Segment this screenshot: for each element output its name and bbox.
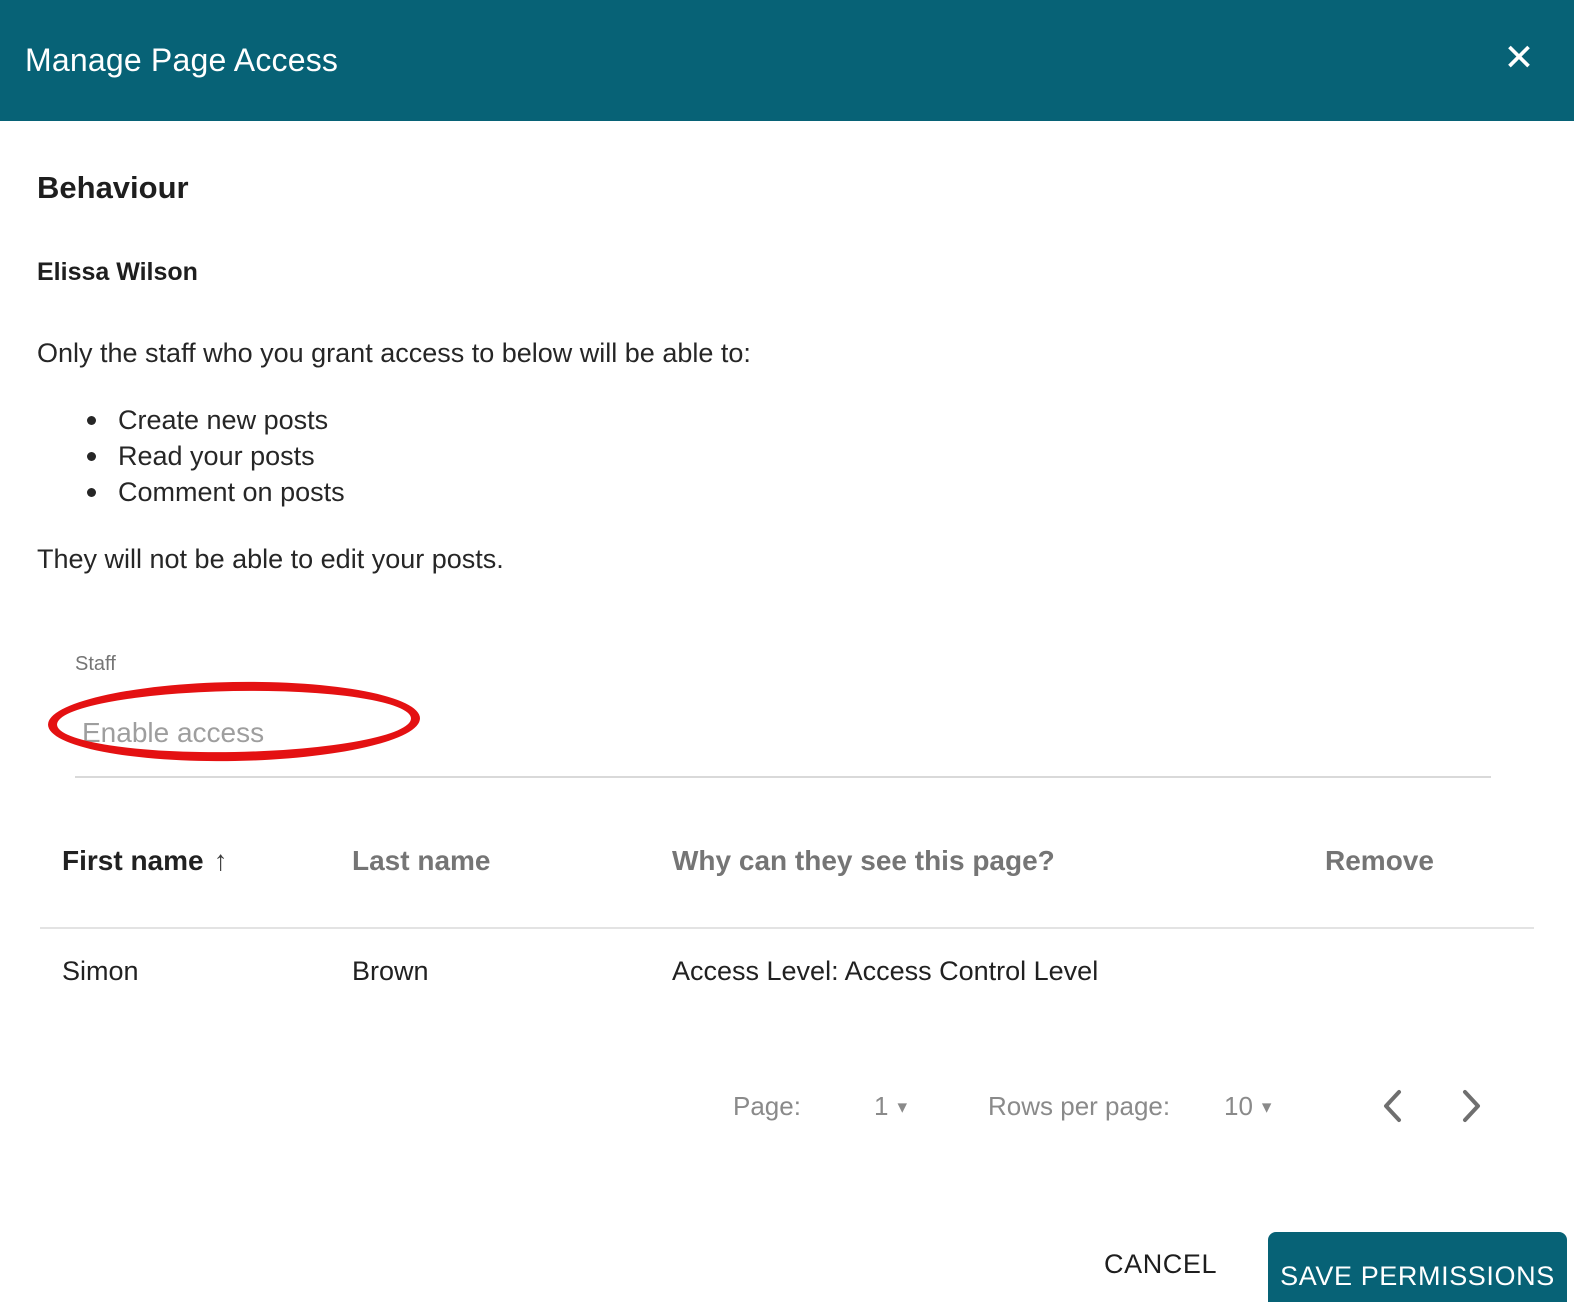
header-label: First name xyxy=(62,845,204,876)
close-icon: ✕ xyxy=(1503,36,1535,78)
rows-per-page-select[interactable]: 10 ▾ xyxy=(1224,1091,1271,1122)
list-item: Create new posts xyxy=(37,402,345,438)
list-item: Comment on posts xyxy=(37,474,345,510)
page-title: Behaviour xyxy=(37,170,189,205)
table-header-reason: Why can they see this page? xyxy=(672,845,1055,876)
save-permissions-button[interactable]: SAVE PERMISSIONS xyxy=(1268,1232,1567,1302)
cell-last-name: Brown xyxy=(352,956,429,986)
close-button[interactable]: ✕ xyxy=(1496,34,1542,80)
staff-search-input[interactable] xyxy=(75,696,1491,778)
page-select-value: 1 xyxy=(874,1091,889,1121)
table-header-divider xyxy=(40,927,1534,929)
intro-text: Only the staff who you grant access to b… xyxy=(37,338,751,368)
table-header-last-name[interactable]: Last name xyxy=(352,845,491,877)
table-header-first-name[interactable]: First name ↑ xyxy=(62,845,228,877)
dialog-header: Manage Page Access ✕ xyxy=(0,0,1574,121)
chevron-down-icon: ▾ xyxy=(897,1097,908,1118)
rows-per-page-value: 10 xyxy=(1224,1091,1253,1121)
chevron-right-icon xyxy=(1463,1090,1480,1122)
staff-field-label: Staff xyxy=(75,653,116,675)
list-item: Read your posts xyxy=(37,438,345,474)
chevron-down-icon: ▾ xyxy=(1261,1097,1272,1118)
page-label: Page: xyxy=(733,1091,801,1121)
sort-ascending-icon: ↑ xyxy=(213,845,228,876)
chevron-left-icon xyxy=(1384,1090,1401,1122)
note-text: They will not be able to edit your posts… xyxy=(37,544,504,574)
permissions-list: Create new posts Read your posts Comment… xyxy=(37,402,345,510)
cell-reason: Access Level: Access Control Level xyxy=(672,956,1099,986)
page-select[interactable]: 1 ▾ xyxy=(874,1091,907,1122)
cell-first-name: Simon xyxy=(62,956,139,986)
table-header-remove: Remove xyxy=(1325,845,1434,876)
rows-per-page-label: Rows per page: xyxy=(988,1091,1171,1121)
previous-page-button[interactable] xyxy=(1370,1084,1414,1128)
dialog-title: Manage Page Access xyxy=(25,42,339,78)
manage-page-access-dialog: Manage Page Access ✕ Behaviour Elissa Wi… xyxy=(0,0,1574,1302)
cancel-button[interactable]: CANCEL xyxy=(1080,1234,1241,1294)
owner-name: Elissa Wilson xyxy=(37,258,198,286)
next-page-button[interactable] xyxy=(1450,1084,1494,1128)
